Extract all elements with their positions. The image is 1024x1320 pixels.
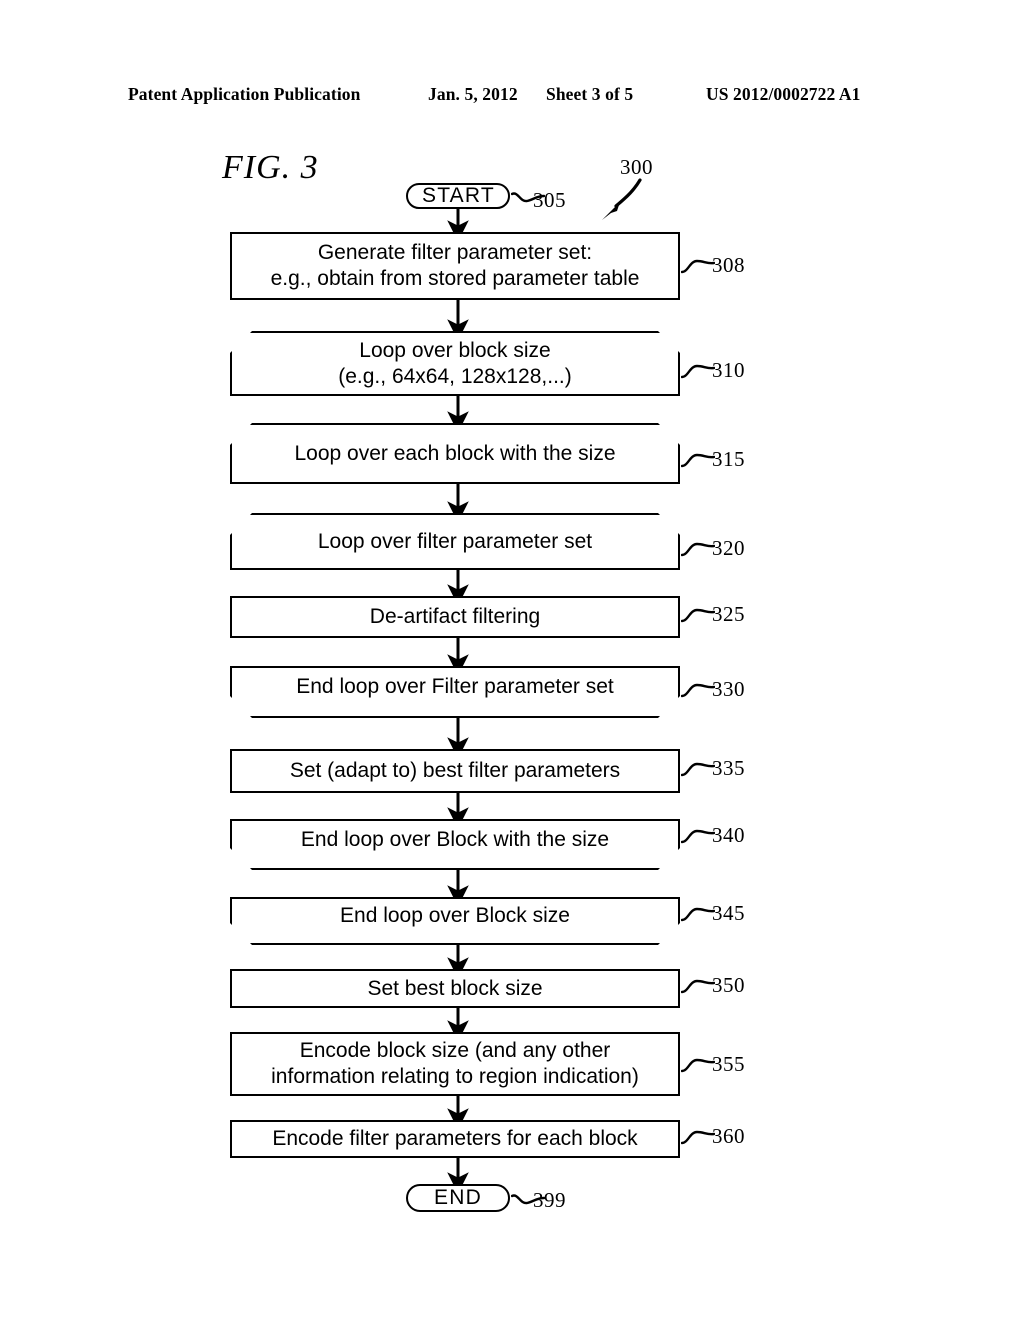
reference-number-310: 310 [712, 358, 745, 382]
flow-node-label: Loop over block size (e.g., 64x64, 128x1… [338, 338, 572, 388]
reference-number-308: 308 [712, 253, 745, 277]
reference-leader-340-icon [681, 829, 715, 844]
flow-node-label: Loop over each block with the size [294, 441, 616, 465]
reference-number-315: 315 [712, 447, 745, 471]
reference-number-340: 340 [712, 823, 745, 847]
reference-number-350: 350 [712, 973, 745, 997]
reference-number-325: 325 [712, 602, 745, 626]
reference-number-305: 305 [533, 188, 566, 212]
flow-node-label: End loop over Block size [340, 904, 570, 928]
flow-node-label: End loop over Filter parameter set [296, 675, 614, 699]
flow-node-end-loop-filter-parameter-set[interactable]: End loop over Filter parameter set [230, 666, 680, 718]
reference-number-345: 345 [712, 901, 745, 925]
flow-node-de-artifact-filtering[interactable]: De-artifact filtering [230, 596, 680, 638]
flow-node-label: Encode filter parameters for each block [272, 1127, 638, 1151]
reference-number-360: 360 [712, 1124, 745, 1148]
flow-node-loop-over-each-block[interactable]: Loop over each block with the size [230, 423, 680, 484]
flow-node-generate-filter-parameter-set[interactable]: Generate filter parameter set: e.g., obt… [230, 232, 680, 300]
flow-node-end-loop-block-size[interactable]: End loop over Block size [230, 897, 680, 945]
reference-leader-315-icon [681, 453, 715, 468]
flowchart: START 305 Generate filter parameter set:… [0, 0, 1024, 1320]
reference-leader-360-icon [681, 1130, 715, 1145]
reference-number-399: 399 [533, 1188, 566, 1212]
reference-number-320: 320 [712, 536, 745, 560]
reference-leader-308-icon [681, 259, 715, 274]
flow-node-start[interactable]: START [406, 183, 510, 209]
reference-leader-335-icon [681, 762, 715, 777]
flow-node-label: Set best block size [367, 976, 543, 1000]
reference-leader-345-icon [681, 907, 715, 922]
flow-node-loop-over-filter-parameter-set[interactable]: Loop over filter parameter set [230, 513, 680, 570]
flow-node-encode-filter-parameters[interactable]: Encode filter parameters for each block [230, 1120, 680, 1158]
flow-node-label: Generate filter parameter set: e.g., obt… [270, 241, 640, 290]
reference-number-335: 335 [712, 756, 745, 780]
reference-number-355: 355 [712, 1052, 745, 1076]
reference-leader-320-icon [681, 542, 715, 557]
flow-node-label: De-artifact filtering [369, 605, 541, 629]
flow-node-end[interactable]: END [406, 1184, 510, 1212]
reference-leader-350-icon [681, 979, 715, 994]
flow-node-label: End loop over Block with the size [300, 827, 610, 851]
flow-node-label: START [422, 184, 495, 208]
reference-leader-310-icon [681, 364, 715, 379]
reference-leader-355-icon [681, 1058, 715, 1073]
flow-node-label: Loop over filter parameter set [317, 529, 593, 553]
reference-number-330: 330 [712, 677, 745, 701]
flow-node-label: Encode block size (and any other informa… [271, 1039, 639, 1088]
flow-node-label: END [434, 1186, 482, 1210]
flow-node-loop-over-block-size[interactable]: Loop over block size (e.g., 64x64, 128x1… [230, 331, 680, 396]
flow-node-set-best-block-size[interactable]: Set best block size [230, 969, 680, 1008]
flow-node-end-loop-block-with-size[interactable]: End loop over Block with the size [230, 819, 680, 870]
flow-node-set-best-filter-parameters[interactable]: Set (adapt to) best filter parameters [230, 749, 680, 793]
reference-leader-325-icon [681, 608, 715, 623]
flow-node-encode-block-size[interactable]: Encode block size (and any other informa… [230, 1032, 680, 1096]
reference-leader-330-icon [681, 683, 715, 698]
flow-node-label: Set (adapt to) best filter parameters [289, 759, 621, 783]
